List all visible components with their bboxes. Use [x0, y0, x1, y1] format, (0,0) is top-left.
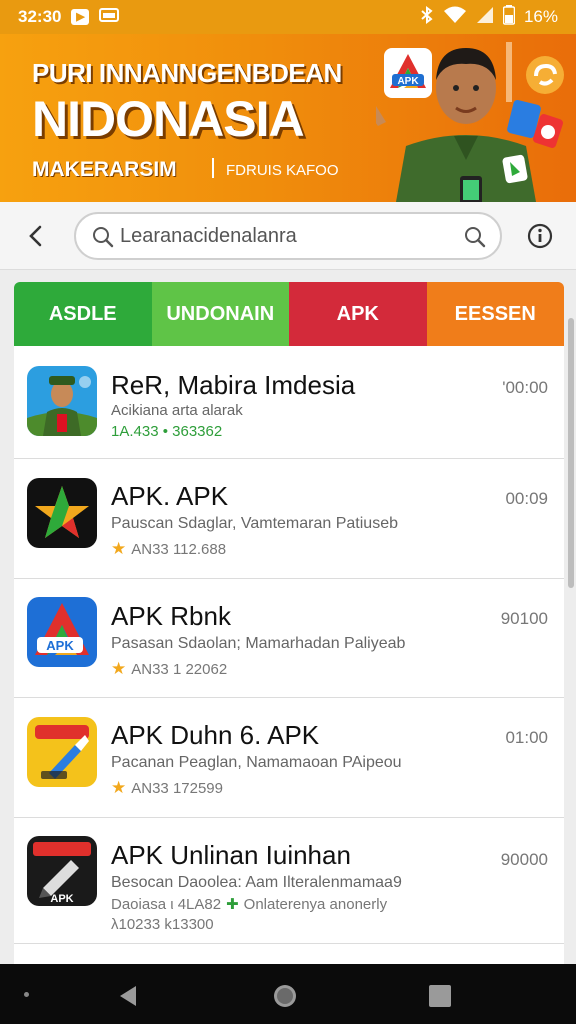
plus-icon: ✚ [226, 896, 239, 913]
banner-tagline: FDRUIS KAFOO [226, 162, 339, 179]
nav-home-icon[interactable] [271, 982, 299, 1010]
tab-label: ASDLE [48, 302, 117, 325]
app-time: 00:09 [505, 489, 548, 508]
notification-play-icon: ▶ [71, 9, 90, 25]
svg-text:APK: APK [50, 893, 73, 905]
app-title: APK Unlinan Iuinhan [111, 840, 351, 870]
app-list-item[interactable]: ReR, Mabira Imdesia Acikiana arta alarak… [14, 346, 564, 459]
app-meta: Daoiasa ι 4LA82 ✚ Onlaterenya anonerly [111, 895, 388, 914]
tab-label: UNDONAIN [166, 302, 275, 325]
search-input[interactable] [120, 222, 440, 250]
app-stats: AN33 172599 [131, 779, 223, 797]
bluetooth-icon [420, 5, 434, 29]
category-tabs: ASDLE UNDONAIN APK EESSEN [14, 282, 564, 346]
app-description: Pasasan Sdaolan; Mamarhadan Paliyeab [111, 635, 406, 652]
app-list-item[interactable]: APK Duhn 6. APK Pacanan Peaglan, Namamao… [14, 698, 564, 818]
app-list-item[interactable]: APK APK Unlinan Iuinhan Besocan Daoolea:… [14, 818, 564, 944]
app-time: '00:00 [502, 378, 548, 397]
app-stats-extra: Onlaterenya anonerly [243, 895, 388, 913]
search-bar[interactable] [74, 212, 502, 260]
nav-recent-apps-icon[interactable] [428, 984, 452, 1008]
battery-icon [502, 4, 516, 30]
banner-divider [212, 158, 214, 178]
banner-logo-text: APK [397, 76, 419, 87]
app-title: ReR, Mabira Imdesia [111, 370, 356, 400]
promo-banner[interactable]: PURI INNANNGENBDEAN NIDONASIA MAKERARSIM… [0, 34, 576, 202]
signal-icon [476, 6, 494, 29]
status-bar: 32:30 ▶ 16% [0, 0, 576, 34]
app-stats: AN33 112.688 [131, 540, 227, 558]
app-icon-apk-dark: APK [27, 836, 97, 906]
app-description: Acikiana arta alarak [111, 402, 243, 419]
app-time: 90100 [500, 609, 548, 628]
notification-image-icon [99, 7, 120, 28]
tab-asdle[interactable]: ASDLE [14, 282, 152, 346]
app-meta: ★ AN33 112.688 [111, 539, 226, 559]
wifi-icon [443, 6, 467, 29]
tab-label: EESSEN [454, 302, 536, 325]
star-icon: ★ [111, 539, 127, 558]
search-icon [93, 227, 114, 248]
app-title: APK. APK [111, 481, 229, 511]
app-meta: ★ AN33 172599 [111, 778, 223, 798]
app-description: Besocan Daoolea: Aam Ilteralenmamaa9 [111, 874, 402, 891]
refresh-circle-icon [526, 56, 564, 94]
app-stats: AN33 1 22062 [131, 660, 228, 678]
svg-text:APK: APK [46, 638, 74, 653]
banner-subtitle: MAKERARSIM [32, 158, 177, 181]
app-title: APK Duhn 6. APK [111, 720, 320, 750]
status-time: 32:30 [18, 7, 62, 26]
app-time: 90000 [500, 850, 548, 869]
tab-eessen[interactable]: EESSEN [426, 282, 564, 346]
app-list: ReR, Mabira Imdesia Acikiana arta alarak… [14, 346, 564, 964]
nav-dot-icon [24, 992, 29, 997]
app-meta: ★ AN33 1 22062 [111, 659, 227, 679]
battery-percent: 16% [523, 7, 558, 26]
nav-back-icon[interactable] [116, 984, 140, 1008]
tab-apk[interactable]: APK [289, 282, 427, 346]
search-submit-icon[interactable] [464, 226, 486, 248]
app-list-item[interactable]: APK APK Rbnk Pasasan Sdaolan; Mamarhadan… [14, 579, 564, 698]
app-meta: 1A.433 • 363362 [111, 423, 222, 440]
app-list-item[interactable]: APK. APK Pauscan Sdaglar, Vamtemaran Pat… [14, 459, 564, 579]
app-stats: Daoiasa ι 4LA82 [111, 895, 222, 913]
banner-headline: PURI INNANNGENBDEAN [32, 58, 342, 88]
star-icon: ★ [111, 778, 127, 797]
banner-apk-logo: APK [384, 48, 432, 98]
app-icon-apk: APK [27, 597, 97, 667]
app-icon-yellow-pen [27, 717, 97, 787]
app-stats: 1A.433 • 363362 [111, 423, 223, 440]
app-description: Pacanan Peaglan, Namamaoan PAipeou [111, 754, 402, 771]
app-description: Pauscan Sdaglar, Vamtemaran Patiuseb [111, 515, 398, 532]
system-nav-bar [0, 964, 576, 1024]
tab-undonain[interactable]: UNDONAIN [151, 282, 289, 346]
app-icon-star-logo [27, 478, 97, 548]
search-header [0, 202, 576, 270]
app-title: APK Rbnk [111, 601, 231, 631]
scrollbar[interactable] [568, 318, 574, 588]
app-icon-soldier [27, 366, 97, 436]
info-icon[interactable] [526, 222, 554, 250]
app-stats-secondary: λ10233 k13300 [111, 916, 214, 933]
star-icon: ★ [111, 659, 127, 678]
tab-label: APK [336, 302, 379, 325]
chevron-left-icon[interactable] [24, 224, 48, 248]
banner-title: NIDONASIA [32, 91, 305, 147]
app-time: 01:00 [505, 728, 548, 747]
